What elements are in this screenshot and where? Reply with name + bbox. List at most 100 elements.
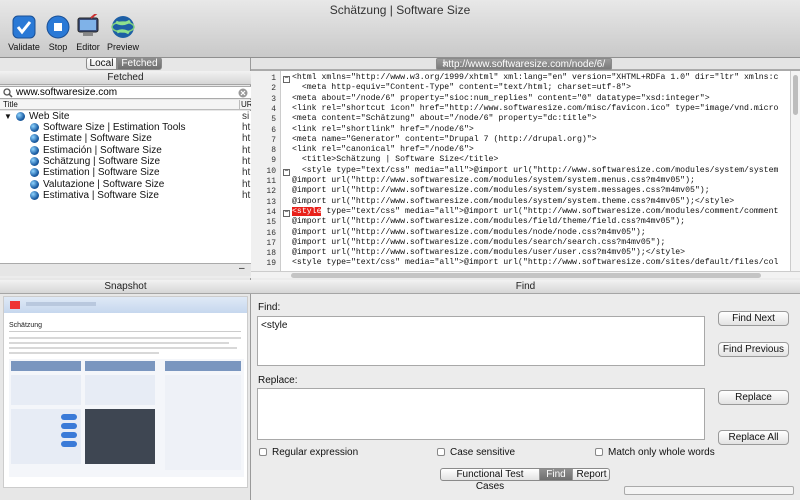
tree-item-title: Estimate | Software Size bbox=[43, 133, 152, 145]
replace-label: Replace: bbox=[258, 375, 298, 386]
fetched-segment[interactable]: Fetched bbox=[117, 57, 162, 70]
code-line: @import url("http://www.softwaresize.com… bbox=[292, 237, 666, 247]
line-number: 1 bbox=[271, 74, 276, 83]
line-number: 7 bbox=[271, 135, 276, 145]
code-line: @import url("http://www.softwaresize.com… bbox=[292, 176, 695, 185]
vertical-scroll-thumb[interactable] bbox=[793, 75, 798, 115]
tree-item[interactable]: Software Size | Estimation Tools ht bbox=[0, 122, 251, 133]
line-number: 8 bbox=[271, 146, 276, 156]
code-line: <title>Schätzung | Software Size</title> bbox=[292, 155, 499, 165]
find-label: Find: bbox=[258, 302, 281, 313]
tree-item-url: ht bbox=[242, 178, 251, 190]
globe-icon bbox=[30, 179, 39, 189]
status-progress-bar bbox=[624, 486, 794, 495]
local-segment[interactable]: Local bbox=[86, 57, 117, 70]
tree-item-url: ht bbox=[242, 133, 251, 145]
tree-item[interactable]: Estimate | Software Size ht bbox=[0, 133, 251, 144]
remove-button[interactable]: – bbox=[239, 263, 245, 274]
tree-item-url: ht bbox=[242, 189, 251, 201]
snapshot-site-header bbox=[4, 297, 247, 313]
fold-toggle-icon[interactable]: − bbox=[283, 76, 290, 83]
tree-item-title: Estimation | Software Size bbox=[43, 167, 160, 179]
line-number: 11 bbox=[266, 177, 276, 186]
find-previous-button[interactable]: Find Previous bbox=[718, 342, 789, 357]
replace-all-button[interactable]: Replace All bbox=[718, 430, 789, 445]
line-number: 14 bbox=[266, 207, 276, 217]
tree-item[interactable]: Estimation | Software Size ht bbox=[0, 167, 251, 178]
fold-toggle-icon[interactable]: − bbox=[283, 209, 290, 217]
vertical-scrollbar[interactable] bbox=[790, 71, 800, 271]
code-line: @import url("http://www.softwaresize.com… bbox=[292, 248, 686, 258]
globe-icon bbox=[30, 145, 39, 155]
line-number-gutter: 1 2 3 4 5 6 7 8 9 10 11 12 13 14 15 16 17 18 19 bbox=[251, 71, 281, 271]
search-icon bbox=[3, 88, 13, 98]
line-number: 4 bbox=[271, 104, 276, 114]
tree-item-title: Valutazione | Software Size bbox=[43, 178, 165, 190]
site-tree: ▼ Web Site si Software Size | Estimation… bbox=[0, 111, 251, 263]
preview-label: Preview bbox=[106, 42, 139, 52]
case-sensitive-label: Case sensitive bbox=[450, 447, 516, 458]
tree-item[interactable]: Estimación | Software Size ht bbox=[0, 145, 251, 156]
title-bar: Schätzung | Software Size Validate Stop … bbox=[0, 0, 800, 58]
tree-root[interactable]: ▼ Web Site si bbox=[0, 111, 251, 122]
code-line: <style type="text/css" media="all">@impo… bbox=[292, 165, 779, 175]
tree-item[interactable]: Schätzung | Software Size ht bbox=[0, 156, 251, 167]
replace-button[interactable]: Replace bbox=[718, 390, 789, 405]
line-number: 18 bbox=[266, 249, 276, 259]
validate-icon bbox=[12, 15, 36, 39]
code-line: <style type="text/css" media="all">@impo… bbox=[292, 258, 779, 268]
tab-functional-test-cases[interactable]: Functional Test Cases bbox=[441, 469, 540, 492]
line-number: 6 bbox=[271, 125, 276, 135]
tree-item-url: ht bbox=[242, 122, 251, 133]
tree-root-url: si bbox=[242, 111, 250, 122]
editor-icon bbox=[77, 14, 99, 36]
line-number: 12 bbox=[266, 187, 276, 197]
tree-item[interactable]: Estimativa | Software Size ht bbox=[0, 190, 251, 201]
title-column-header[interactable]: Title bbox=[3, 100, 18, 109]
globe-icon bbox=[30, 134, 39, 144]
line-number: 15 bbox=[266, 218, 276, 228]
url-search-field bbox=[0, 86, 251, 99]
tab-find[interactable]: Find bbox=[540, 469, 572, 480]
find-textarea[interactable]: <style bbox=[257, 316, 705, 366]
code-line: @import url("http://www.softwaresize.com… bbox=[292, 186, 710, 196]
line-number: 9 bbox=[271, 156, 276, 166]
find-header: Find bbox=[251, 280, 800, 294]
tree-item-url: ht bbox=[242, 155, 251, 167]
code-line: <meta http-equiv="Content-Type" content=… bbox=[292, 83, 632, 93]
line-number: 5 bbox=[271, 115, 276, 125]
app-window: Schätzung | Software Size Validate Stop … bbox=[0, 0, 800, 500]
line-number: 19 bbox=[266, 259, 276, 269]
line-number: 10 bbox=[266, 166, 276, 176]
left-bottom-bar: – bbox=[0, 263, 251, 276]
tree-item[interactable]: Valutazione | Software Size ht bbox=[0, 179, 251, 190]
globe-icon bbox=[30, 168, 39, 178]
tree-item-url: ht bbox=[242, 167, 251, 179]
editor-tab[interactable]: × http://www.softwaresize.com/node/6/ bbox=[436, 58, 612, 70]
disclosure-triangle-icon[interactable]: ▼ bbox=[4, 111, 12, 122]
checkbox-box bbox=[437, 448, 445, 456]
find-next-button[interactable]: Find Next bbox=[718, 311, 789, 326]
tree-root-label: Web Site bbox=[29, 111, 70, 122]
replace-textarea[interactable] bbox=[257, 388, 705, 440]
clear-search-icon[interactable] bbox=[238, 88, 248, 98]
close-tab-icon[interactable]: × bbox=[442, 59, 447, 70]
snapshot-logo bbox=[10, 301, 20, 309]
snapshot-header: Snapshot bbox=[0, 280, 251, 294]
code-line: <link rel="shortlink" href="/node/6"> bbox=[292, 124, 474, 134]
snapshot-thumbnail[interactable]: Schätzung bbox=[3, 296, 248, 488]
tab-report[interactable]: Report bbox=[572, 469, 610, 480]
url-input[interactable] bbox=[16, 87, 234, 98]
code-line: <meta name="Generator" content="Drupal 7… bbox=[292, 134, 597, 144]
regular-expression-checkbox[interactable]: Regular expression bbox=[259, 448, 358, 458]
editor-label: Editor bbox=[76, 42, 100, 52]
preview-button[interactable]: Preview bbox=[100, 14, 146, 52]
bottom-tab-bar: Functional Test Cases Find Report bbox=[440, 468, 610, 492]
code-line: <meta about="/node/6" property="sioc:num… bbox=[292, 93, 710, 103]
source-editor[interactable]: 1 2 3 4 5 6 7 8 9 10 11 12 13 14 15 16 17 18 19 − <html xml… bbox=[251, 70, 800, 279]
fetched-header: Fetched bbox=[0, 71, 251, 85]
globe-icon bbox=[30, 156, 39, 166]
whole-words-checkbox[interactable]: Match only whole words bbox=[595, 448, 715, 458]
fold-toggle-icon[interactable]: − bbox=[283, 168, 290, 176]
case-sensitive-checkbox[interactable]: Case sensitive bbox=[437, 448, 515, 458]
